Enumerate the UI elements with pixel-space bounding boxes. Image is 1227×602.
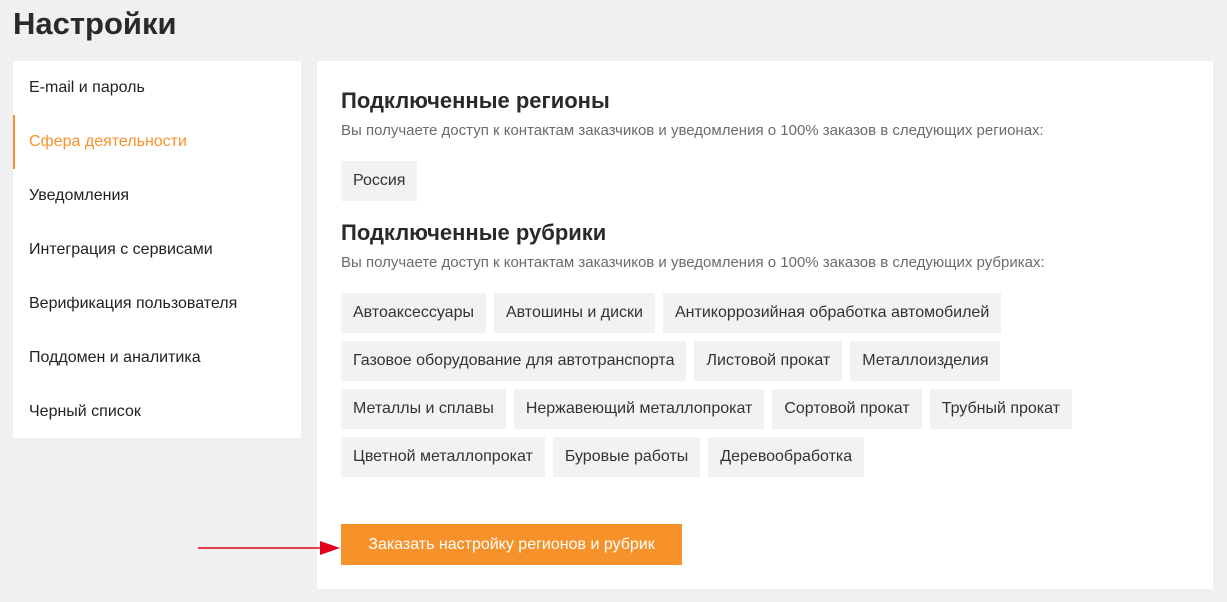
sidebar-item-subdomain-analytics[interactable]: Поддомен и аналитика [13,331,301,385]
region-chip: Россия [341,161,418,201]
category-chip: Металлы и сплавы [341,389,506,429]
category-chip: Трубный прокат [929,389,1073,429]
settings-sidebar: E-mail и пароль Сфера деятельности Уведо… [13,61,301,438]
sidebar-item-activity-sphere[interactable]: Сфера деятельности [13,115,301,169]
regions-title: Подключенные регионы [341,88,610,113]
category-chip: Антикоррозийная обработка автомобилей [662,293,1002,333]
category-chip: Автоаксессуары [341,293,486,333]
category-chip: Деревообработка [708,437,865,477]
category-chip: Листовой прокат [694,341,843,381]
order-setup-button[interactable]: Заказать настройку регионов и рубрик [341,524,682,565]
category-chip: Автошины и диски [493,293,655,333]
regions-description: Вы получаете доступ к контактам заказчик… [341,122,1044,139]
sidebar-item-blacklist[interactable]: Черный список [13,385,301,439]
sidebar-item-notifications[interactable]: Уведомления [13,169,301,223]
sidebar-item-email-password[interactable]: E-mail и пароль [13,61,301,115]
regions-list: Россия [341,161,1141,201]
sidebar-item-verification[interactable]: Верификация пользователя [13,277,301,331]
categories-description: Вы получаете доступ к контактам заказчик… [341,254,1045,271]
main-panel: Подключенные регионы Вы получаете доступ… [317,61,1213,589]
category-chip: Цветной металлопрокат [341,437,545,477]
category-chip: Буровые работы [552,437,701,477]
sidebar-item-integrations[interactable]: Интеграция с сервисами [13,223,301,277]
category-chip: Газовое оборудование для автотранспорта [341,341,687,381]
categories-title: Подключенные рубрики [341,220,607,245]
category-chip: Металлоизделия [850,341,1001,381]
page-title: Настройки [13,6,177,41]
categories-list: Автоаксессуары Автошины и диски Антикорр… [341,293,1141,477]
arrow-right-icon [198,541,340,555]
category-chip: Сортовой прокат [772,389,922,429]
category-chip: Нержавеющий металлопрокат [513,389,765,429]
